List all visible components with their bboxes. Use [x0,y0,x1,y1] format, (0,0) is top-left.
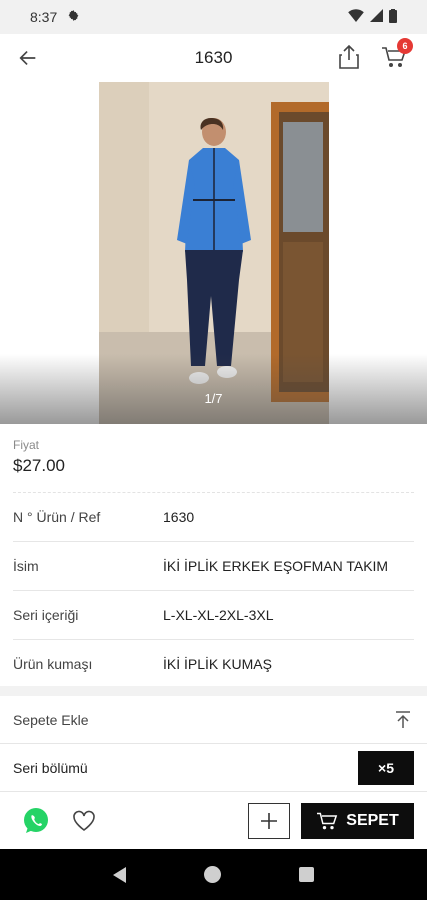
detail-value: L-XL-XL-2XL-3XL [163,607,274,623]
cart-count-badge: 6 [397,38,413,54]
nav-back-icon[interactable] [113,866,126,883]
nav-home-icon[interactable] [204,866,221,883]
add-to-cart-button-label: SEPET [346,811,399,829]
whatsapp-button[interactable] [21,806,51,836]
product-gallery[interactable]: 1/7 [0,82,427,424]
cart-button[interactable]: 6 [379,38,413,72]
share-button[interactable] [335,42,363,72]
app-bar: 1630 6 [0,34,427,82]
share-icon [339,44,359,69]
price-label: Fiyat [13,438,40,452]
detail-value: İKİ İPLİK KUMAŞ [163,656,272,672]
series-label: Seri bölümü [13,760,88,776]
add-to-cart-section[interactable]: Sepete Ekle [0,696,427,744]
detail-label: İsim [13,558,39,574]
status-bar: 8:37 [0,0,427,34]
add-quantity-button[interactable] [248,802,290,839]
page-title: 1630 [194,48,233,67]
whatsapp-icon [24,807,48,833]
status-time: 8:37 [30,9,58,25]
back-button[interactable] [14,44,42,72]
detail-row-ref: N ° Ürün / Ref 1630 [13,492,414,541]
gallery-counter: 1/7 [204,391,223,406]
arrow-left-icon [19,50,36,66]
section-divider [0,686,427,696]
detail-label: Seri içeriği [13,607,79,623]
signal-icon [370,9,383,25]
settings-icon [67,9,80,25]
heart-icon [73,810,95,831]
nav-recents-icon[interactable] [299,867,314,882]
wifi-icon [348,9,364,25]
series-multiplier[interactable]: ×5 [358,751,414,785]
add-to-cart-button[interactable]: SEPET [301,802,414,839]
series-section: Seri bölümü ×5 [0,745,427,791]
detail-value: İKİ İPLİK ERKEK EŞOFMAN TAKIM [163,558,389,574]
favorite-button[interactable] [71,808,97,834]
detail-value: 1630 [163,509,195,525]
battery-icon [389,8,397,26]
plus-icon [261,812,277,829]
gallery-overlay [0,354,427,424]
cart-icon [317,812,338,829]
detail-label: N ° Ürün / Ref [13,509,101,525]
add-to-cart-label: Sepete Ekle [13,711,89,728]
collapse-up-icon[interactable] [392,709,414,731]
price-block: Fiyat $27.00 [0,430,427,476]
detail-label: Ürün kumaşı [13,656,93,672]
bottom-action-bar: SEPET [0,791,427,849]
detail-row-name: İsim İKİ İPLİK ERKEK EŞOFMAN TAKIM [13,541,414,590]
price-value: $27.00 [13,456,65,475]
detail-row-series: Seri içeriği L-XL-XL-2XL-3XL [13,590,414,639]
product-details: N ° Ürün / Ref 1630 İsim İKİ İPLİK ERKEK… [13,492,414,688]
detail-row-fabric: Ürün kumaşı İKİ İPLİK KUMAŞ [13,639,414,688]
system-nav-bar [0,849,427,900]
